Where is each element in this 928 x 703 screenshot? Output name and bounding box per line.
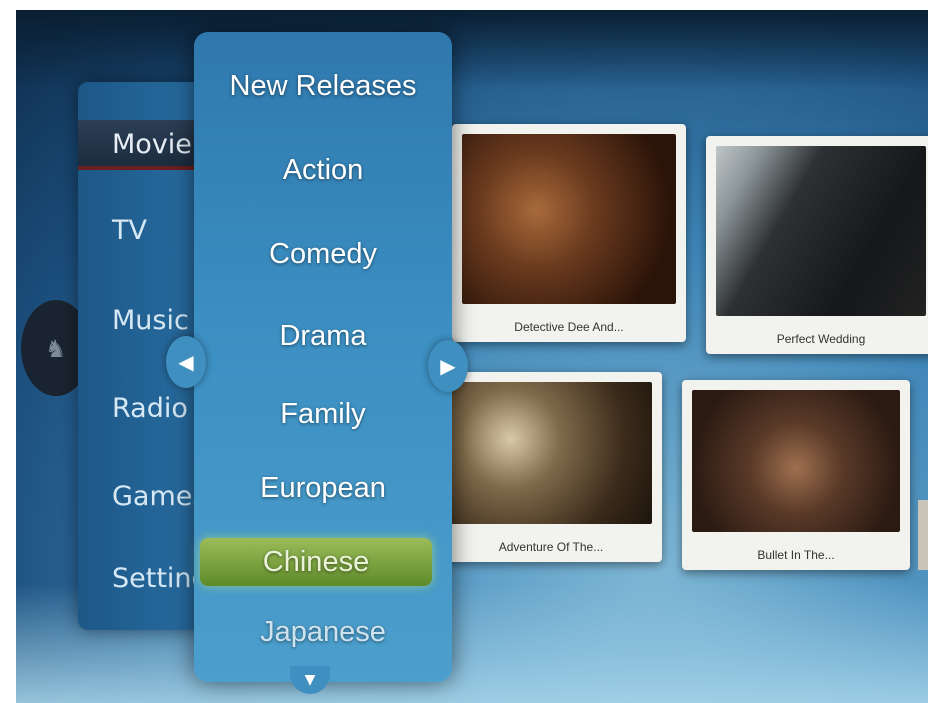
chevron-left-icon[interactable]: ◀ — [166, 336, 206, 388]
top-shade — [16, 10, 928, 90]
movie-poster — [716, 146, 926, 316]
profile-icon: ♞ — [45, 335, 67, 363]
entertainment-screen: ♞ Movie TV Music Radio Games Settings De… — [16, 10, 928, 703]
genre-item-family[interactable]: Family — [194, 390, 452, 438]
movie-poster — [692, 390, 900, 532]
genre-item-european[interactable]: European — [194, 464, 452, 512]
movie-tile[interactable]: Detective Dee And... — [452, 124, 686, 342]
movie-poster — [462, 134, 676, 304]
movie-title: Detective Dee And... — [514, 320, 624, 334]
movie-tile[interactable]: Perfect Wedding — [706, 136, 928, 354]
genre-item-comedy[interactable]: Comedy — [194, 230, 452, 278]
movie-tile[interactable]: Adventure Of The... — [440, 372, 662, 562]
movie-title: Perfect Wedding — [776, 332, 866, 346]
movie-tile-partial[interactable] — [918, 500, 928, 570]
movie-title: Bullet In The... — [757, 548, 835, 562]
genre-item-japanese[interactable]: Japanese — [194, 608, 452, 656]
genre-menu: New Releases Action Comedy Drama Family … — [194, 32, 452, 682]
movie-tile[interactable]: Bullet In The... — [682, 380, 910, 570]
movie-poster — [450, 382, 652, 524]
genre-item-chinese[interactable]: Chinese — [200, 538, 432, 586]
genre-item-new-releases[interactable]: New Releases — [194, 62, 452, 110]
chevron-right-icon[interactable]: ▶ — [428, 340, 468, 392]
genre-item-action[interactable]: Action — [194, 146, 452, 194]
movie-title: Adventure Of The... — [498, 540, 604, 554]
genre-item-drama[interactable]: Drama — [194, 312, 452, 360]
